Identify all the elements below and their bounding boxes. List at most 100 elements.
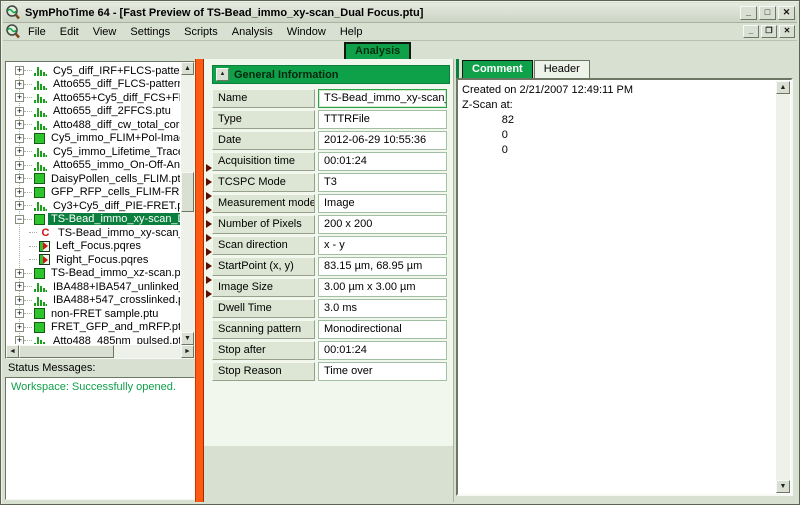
tree-item-label: Right_Focus.pqres [53, 254, 180, 266]
menu-settings[interactable]: Settings [123, 25, 177, 39]
tree-item[interactable]: +FRET_GFP_and_mRFP.ptu [7, 321, 180, 335]
minimize-button[interactable]: _ [740, 6, 757, 20]
tree-expand-icon[interactable]: + [15, 93, 24, 102]
close-button[interactable]: ✕ [778, 6, 795, 20]
tree-collapse-icon[interactable]: − [15, 215, 24, 224]
child-close-button[interactable]: ✕ [779, 25, 795, 38]
tree-item[interactable]: +Cy5_immo_FLIM+Pol-Imaging.p [7, 132, 180, 146]
scrollbar-thumb[interactable] [19, 345, 114, 358]
tree-expand-icon[interactable]: + [15, 282, 24, 291]
tree-item[interactable]: Right_Focus.pqres [7, 253, 180, 267]
scroll-down-icon[interactable]: ▼ [181, 332, 194, 345]
scroll-right-icon[interactable]: ► [181, 345, 194, 358]
tree-expand-icon[interactable]: + [15, 201, 24, 210]
child-minimize-button[interactable]: _ [743, 25, 759, 38]
tree-item[interactable]: +Atto488_485nm_pulsed.ptu [7, 334, 180, 344]
tree-horizontal-scrollbar[interactable]: ◄ ► [6, 345, 194, 358]
tree-expand-icon[interactable]: + [15, 161, 24, 170]
tree-item[interactable]: + Atto655_diff_2FFCS.ptu [7, 105, 180, 119]
info-row-value[interactable]: 2012-06-29 10:55:36 [318, 131, 447, 150]
info-row-value[interactable]: 200 x 200 [318, 215, 447, 234]
tree-item-label: Atto655_diff_FLCS-pattern.pt [50, 78, 180, 90]
tree-expand-icon[interactable]: + [15, 296, 24, 305]
tab-header[interactable]: Header [534, 60, 590, 78]
tree-item[interactable]: +non-FRET sample.ptu [7, 307, 180, 321]
tree-item-label: Cy5_diff_IRF+FLCS-pattern.pt [50, 65, 180, 77]
menu-help[interactable]: Help [333, 25, 370, 39]
splitter-arrow-icon [206, 206, 212, 214]
tree-expand-icon[interactable]: + [15, 309, 24, 318]
menu-scripts[interactable]: Scripts [177, 25, 225, 39]
scrollbar-thumb[interactable] [181, 172, 194, 212]
maximize-button[interactable]: □ [759, 6, 776, 20]
tree-expand-icon[interactable]: + [15, 66, 24, 75]
tree-item[interactable]: −TS-Bead_immo_xy-scan_Dua [7, 213, 180, 227]
tab-analysis[interactable]: Analysis [344, 42, 411, 59]
menu-view[interactable]: View [86, 25, 124, 39]
tree-item[interactable]: +DaisyPollen_cells_FLIM.ptu [7, 172, 180, 186]
tree-item[interactable]: + Atto655_diff_FLCS-pattern.pt [7, 78, 180, 92]
info-row-value[interactable]: 00:01:24 [318, 341, 447, 360]
info-row-value[interactable]: Image [318, 194, 447, 213]
scroll-up-icon[interactable]: ▲ [181, 62, 194, 75]
tree-expand-icon[interactable]: + [15, 107, 24, 116]
tree-vertical-scrollbar[interactable]: ▲ ▼ [181, 62, 194, 345]
tree-item-label: Atto655_diff_2FFCS.ptu [50, 105, 180, 117]
result-play-icon [39, 241, 50, 252]
info-row-value[interactable]: T3 [318, 173, 447, 192]
histogram-icon [34, 119, 47, 130]
tree-item[interactable]: +TS-Bead_immo_xz-scan.ptu [7, 267, 180, 281]
tree-item[interactable]: +Cy5_immo_Lifetime_Trace.ptu [7, 145, 180, 159]
tree-item[interactable]: Left_Focus.pqres [7, 240, 180, 254]
tree-expand-icon[interactable]: + [15, 188, 24, 197]
tree-expand-icon[interactable]: + [15, 336, 24, 344]
tree-expand-icon[interactable]: + [15, 80, 24, 89]
tree-item-label: TS-Bead_immo_xy-scan_ [55, 227, 180, 239]
tree-item[interactable]: + Cy5_diff_IRF+FLCS-pattern.pt [7, 64, 180, 78]
tree-item[interactable]: +Atto655+Cy5_diff_FCS+FLCS [7, 91, 180, 105]
tree-expand-icon[interactable]: + [15, 147, 24, 156]
tree-item[interactable]: +IBA488+547_crosslinked.ptu [7, 294, 180, 308]
info-row-value[interactable]: TTTRFile [318, 110, 447, 129]
app-window: SymPhoTime 64 - [Fast Preview of TS-Bead… [0, 0, 800, 505]
tree-item[interactable]: +Cy3+Cy5_diff_PIE-FRET.ptu [7, 199, 180, 213]
tree-expand-icon[interactable]: + [15, 134, 24, 143]
tree-item[interactable]: +Atto655_immo_On-Off-Analys [7, 159, 180, 173]
splitter-arrow-icon [206, 220, 212, 228]
tree-item[interactable]: +GFP_RFP_cells_FLIM-FRET.pt [7, 186, 180, 200]
menu-window[interactable]: Window [280, 25, 333, 39]
tab-strip: Analysis [3, 41, 797, 59]
menu-analysis[interactable]: Analysis [225, 25, 280, 39]
scroll-down-icon[interactable]: ▼ [776, 480, 790, 493]
tab-comment[interactable]: Comment [462, 60, 533, 78]
tree-expand-icon[interactable]: + [15, 323, 24, 332]
child-restore-button[interactable]: ❐ [761, 25, 777, 38]
tree-item[interactable]: +Atto488_diff_cw_total_correl [7, 118, 180, 132]
collapse-section-icon[interactable]: ▲ [216, 68, 229, 81]
info-row-value[interactable]: 00:01:24 [318, 152, 447, 171]
tree-expand-icon[interactable]: + [15, 174, 24, 183]
info-row-value[interactable]: Monodirectional [318, 320, 447, 339]
histogram-icon [34, 79, 47, 90]
scroll-left-icon[interactable]: ◄ [6, 345, 19, 358]
tree-item[interactable]: CTS-Bead_immo_xy-scan_ [7, 226, 180, 240]
info-row-value[interactable]: Time over [318, 362, 447, 381]
info-row-value[interactable]: x - y [318, 236, 447, 255]
tree-connector-line [24, 219, 32, 220]
tree-expand-icon[interactable]: + [15, 120, 24, 129]
tree-connector-line [24, 340, 32, 341]
menu-edit[interactable]: Edit [53, 25, 86, 39]
menu-file[interactable]: File [21, 25, 53, 39]
histogram-icon [34, 335, 47, 344]
panel-splitter[interactable] [195, 59, 204, 502]
tree-item[interactable]: +IBA488+IBA547_unlinked_mix [7, 280, 180, 294]
comment-scrollbar[interactable]: ▲ ▼ [776, 81, 790, 493]
histogram-icon [34, 281, 47, 292]
tree-connector-line [24, 178, 32, 179]
info-row-value[interactable]: 3.00 µm x 3.00 µm [318, 278, 447, 297]
info-row-value[interactable]: 3.0 ms [318, 299, 447, 318]
info-row-value[interactable]: 83.15 µm, 68.95 µm [318, 257, 447, 276]
scroll-up-icon[interactable]: ▲ [776, 81, 790, 94]
info-row-value[interactable]: TS-Bead_immo_xy-scan_Dual [318, 89, 447, 108]
tree-expand-icon[interactable]: + [15, 269, 24, 278]
